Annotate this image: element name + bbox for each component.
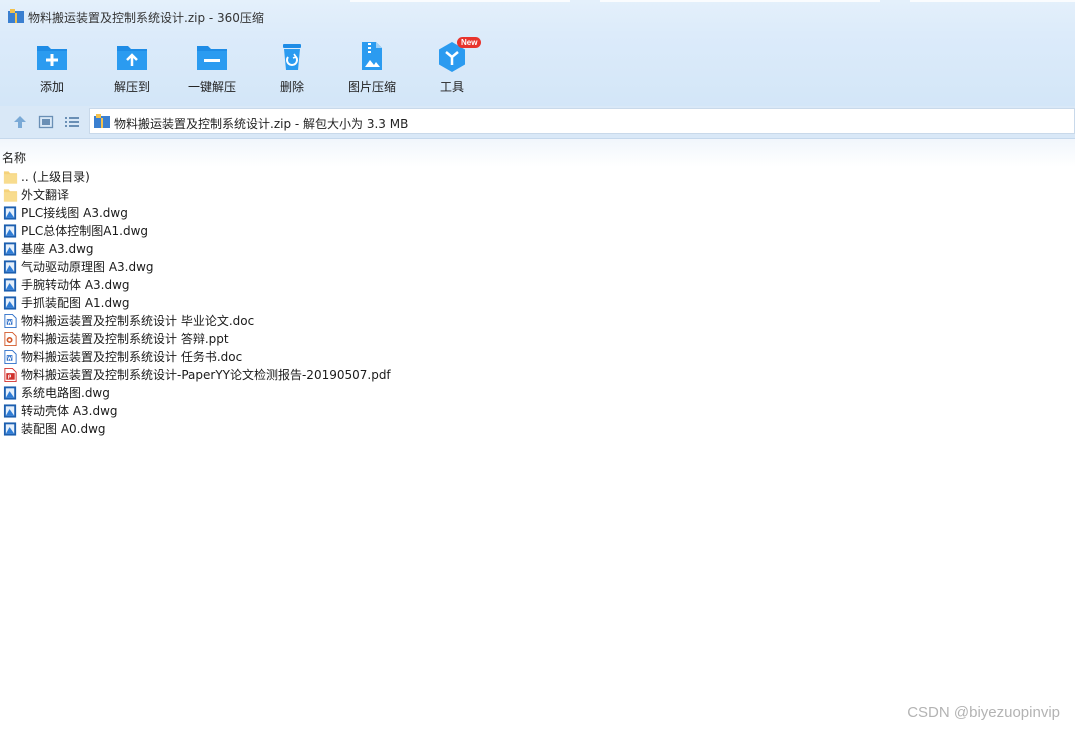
file-name: 物料搬运装置及控制系统设计 任务书.doc	[21, 350, 243, 364]
title-bar: 物料搬运装置及控制系统设计.zip - 360压缩	[0, 0, 1075, 34]
title-bar-decoration	[910, 0, 1075, 2]
powerpoint-file-icon	[4, 331, 17, 347]
extract-to-icon	[117, 46, 147, 70]
title-bar-decoration	[350, 0, 570, 2]
file-name: 气动驱动原理图 A3.dwg	[21, 260, 154, 274]
folder-row[interactable]: 外文翻译	[0, 186, 1075, 204]
window-title: 物料搬运装置及控制系统设计.zip - 360压缩	[28, 11, 264, 25]
file-name: .. (上级目录)	[21, 170, 90, 184]
file-name: PLC总体控制图A1.dwg	[21, 224, 149, 238]
new-badge: New	[457, 37, 482, 48]
one-click-extract-icon	[197, 46, 227, 70]
address-bar: 物料搬运装置及控制系统设计.zip - 解包大小为 3.3 MB	[0, 106, 1075, 139]
dwg-file-icon	[3, 422, 17, 436]
file-row[interactable]: 基座 A3.dwg	[0, 240, 1075, 258]
file-row[interactable]: 装配图 A0.dwg	[0, 420, 1075, 438]
file-name: 外文翻译	[21, 188, 70, 202]
dwg-file-icon	[3, 404, 17, 418]
title-bar-decoration	[600, 0, 880, 2]
dwg-file-icon	[3, 278, 17, 292]
file-name: 手腕转动体 A3.dwg	[21, 278, 130, 292]
file-list: .. (上级目录) 外文翻译 PLC接线图 A3.dwg PLC总体控制图A1.dwg…	[0, 168, 1075, 438]
file-name: 手抓装配图 A1.dwg	[21, 296, 130, 310]
file-row[interactable]: PLC接线图 A3.dwg	[0, 204, 1075, 222]
tools-button-label: 工具	[439, 80, 464, 94]
file-row[interactable]: 手腕转动体 A3.dwg	[0, 276, 1075, 294]
up-arrow-icon[interactable]	[12, 114, 28, 130]
image-compress-icon	[362, 42, 382, 70]
file-row[interactable]: 手抓装配图 A1.dwg	[0, 294, 1075, 312]
list-view-icon[interactable]	[64, 114, 80, 130]
delete-icon	[283, 44, 301, 70]
file-name: 物料搬运装置及控制系统设计 毕业论文.doc	[21, 314, 255, 328]
add-button[interactable]: 添加	[12, 40, 92, 100]
watermark: CSDN @biyezuopinvip	[907, 704, 1060, 721]
tools-button[interactable]: New 工具	[412, 37, 492, 100]
file-name: 系统电路图.dwg	[21, 386, 110, 400]
dwg-file-icon	[3, 386, 17, 400]
column-header-name[interactable]: 名称	[2, 149, 26, 166]
folder-row[interactable]: .. (上级目录)	[0, 168, 1075, 186]
file-row[interactable]: PLC总体控制图A1.dwg	[0, 222, 1075, 240]
one-click-extract-button[interactable]: 一键解压	[172, 40, 252, 100]
file-name: 基座 A3.dwg	[21, 242, 94, 256]
word-document-icon	[4, 313, 17, 329]
pdf-file-icon	[4, 367, 17, 383]
file-name: 物料搬运装置及控制系统设计-PaperYY论文检测报告-20190507.pdf	[21, 368, 391, 382]
file-row[interactable]: 物料搬运装置及控制系统设计-PaperYY论文检测报告-20190507.pdf	[0, 366, 1075, 384]
delete-button-label: 删除	[279, 80, 304, 94]
folder-icon	[3, 189, 18, 202]
file-row[interactable]: 气动驱动原理图 A3.dwg	[0, 258, 1075, 276]
zip-archive-icon	[94, 114, 110, 128]
file-row[interactable]: 物料搬运装置及控制系统设计 答辩.ppt	[0, 330, 1075, 348]
dwg-file-icon	[3, 206, 17, 220]
dwg-file-icon	[3, 242, 17, 256]
file-row[interactable]: 物料搬运装置及控制系统设计 任务书.doc	[0, 348, 1075, 366]
word-document-icon	[4, 349, 17, 365]
dwg-file-icon	[3, 296, 17, 310]
one-click-extract-button-label: 一键解压	[187, 80, 236, 94]
path-text: 物料搬运装置及控制系统设计.zip - 解包大小为 3.3 MB	[114, 117, 409, 131]
file-row[interactable]: 物料搬运装置及控制系统设计 毕业论文.doc	[0, 312, 1075, 330]
image-compress-button-label: 图片压缩	[347, 80, 396, 94]
add-icon	[37, 46, 67, 70]
add-button-label: 添加	[39, 80, 64, 94]
image-compress-button[interactable]: 图片压缩	[332, 40, 412, 100]
path-field[interactable]: 物料搬运装置及控制系统设计.zip - 解包大小为 3.3 MB	[89, 108, 1075, 134]
list-header: 名称	[0, 139, 1075, 167]
dwg-file-icon	[3, 260, 17, 274]
toolbar: 添加 解压到 一键解压 删除 图片压缩 New 工具	[0, 34, 1075, 106]
file-row[interactable]: 转动壳体 A3.dwg	[0, 402, 1075, 420]
file-row[interactable]: 系统电路图.dwg	[0, 384, 1075, 402]
thumbnail-view-icon[interactable]	[38, 114, 54, 130]
zip-archive-icon	[8, 9, 24, 23]
extract-to-button[interactable]: 解压到	[92, 40, 172, 100]
file-name: 转动壳体 A3.dwg	[21, 404, 118, 418]
dwg-file-icon	[3, 224, 17, 238]
delete-button[interactable]: 删除	[252, 40, 332, 100]
extract-to-button-label: 解压到	[113, 80, 150, 94]
file-name: PLC接线图 A3.dwg	[21, 206, 128, 220]
file-name: 装配图 A0.dwg	[21, 422, 106, 436]
folder-icon	[3, 171, 18, 184]
file-name: 物料搬运装置及控制系统设计 答辩.ppt	[21, 332, 229, 346]
